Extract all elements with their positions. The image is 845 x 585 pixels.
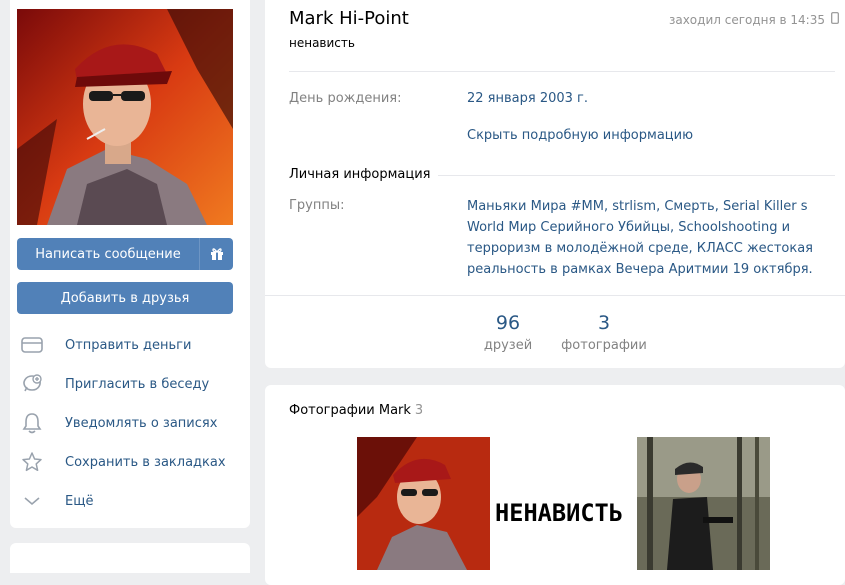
card-money-icon [20,333,44,357]
profile-avatar[interactable] [17,9,233,225]
menu-item-bookmark[interactable]: Сохранить в закладках [20,447,240,477]
chevron-down-icon [20,489,44,513]
counter-number: 3 [597,312,611,334]
menu-item-label: Ещё [65,493,94,509]
photos-count: 3 [414,403,424,418]
gift-icon[interactable] [200,238,233,270]
menu-item-label: Сохранить в закладках [65,454,226,470]
photo-thumb[interactable] [357,437,490,570]
counter-caption: друзей [483,338,533,353]
menu-item-more[interactable]: Ещё [20,486,240,516]
counter-friends[interactable]: 96 друзей [481,312,535,353]
personal-info-title: Личная информация [289,167,439,182]
counter-caption: фотографии [561,338,647,353]
counter-number: 96 [495,312,521,334]
groups-label: Группы: [289,198,345,213]
last-seen-text: заходил сегодня в 14:35 [668,12,825,27]
last-seen: заходил сегодня в 14:35 [669,12,839,27]
birthday-label: День рождения: [289,91,402,106]
photos-card: Фотографии Mark 3 НЕНАВИСТЬ [265,385,845,585]
menu-item-label: Отправить деньги [65,337,192,353]
left-column-next-block [10,543,250,573]
send-message-button[interactable]: Написать сообщение [17,238,233,270]
add-friend-button[interactable]: Добавить в друзья [17,282,233,314]
profile-status[interactable]: ненависть [289,36,355,50]
photo-text: НЕНАВИСТЬ [495,499,623,527]
menu-item-label: Уведомлять о записях [65,415,218,431]
profile-info-card: Mark Hi-Point ненависть заходил сегодня … [265,0,845,368]
send-message-label: Написать сообщение [35,246,181,262]
birthday-value[interactable]: 22 января 2003 г. [467,91,588,106]
mobile-icon [831,12,839,27]
photos-title-text: Фотографии Mark [289,403,411,418]
counter-photos[interactable]: 3 фотографии [559,312,649,353]
left-column: Написать сообщение Добавить в друзья Отп… [10,0,250,528]
divider [289,71,835,72]
divider [265,295,845,296]
profile-name: Mark Hi-Point [289,8,409,29]
photos-title[interactable]: Фотографии Mark 3 [289,403,423,418]
menu-item-notify[interactable]: Уведомлять о записях [20,408,240,438]
photo-thumb[interactable] [637,437,770,570]
menu-item-invite-chat[interactable]: Пригласить в беседу [20,369,240,399]
photo-thumb[interactable]: НЕНАВИСТЬ [493,437,626,570]
menu-item-send-money[interactable]: Отправить деньги [20,330,240,360]
add-friend-label: Добавить в друзья [60,290,190,306]
groups-value[interactable]: Маньяки Мира #MM, strlism, Смерть, Seria… [467,196,837,280]
chat-plus-icon [20,372,44,396]
hide-details-link[interactable]: Скрыть подробную информацию [467,128,693,143]
bell-icon [20,411,44,435]
star-icon [20,450,44,474]
menu-item-label: Пригласить в беседу [65,376,210,392]
